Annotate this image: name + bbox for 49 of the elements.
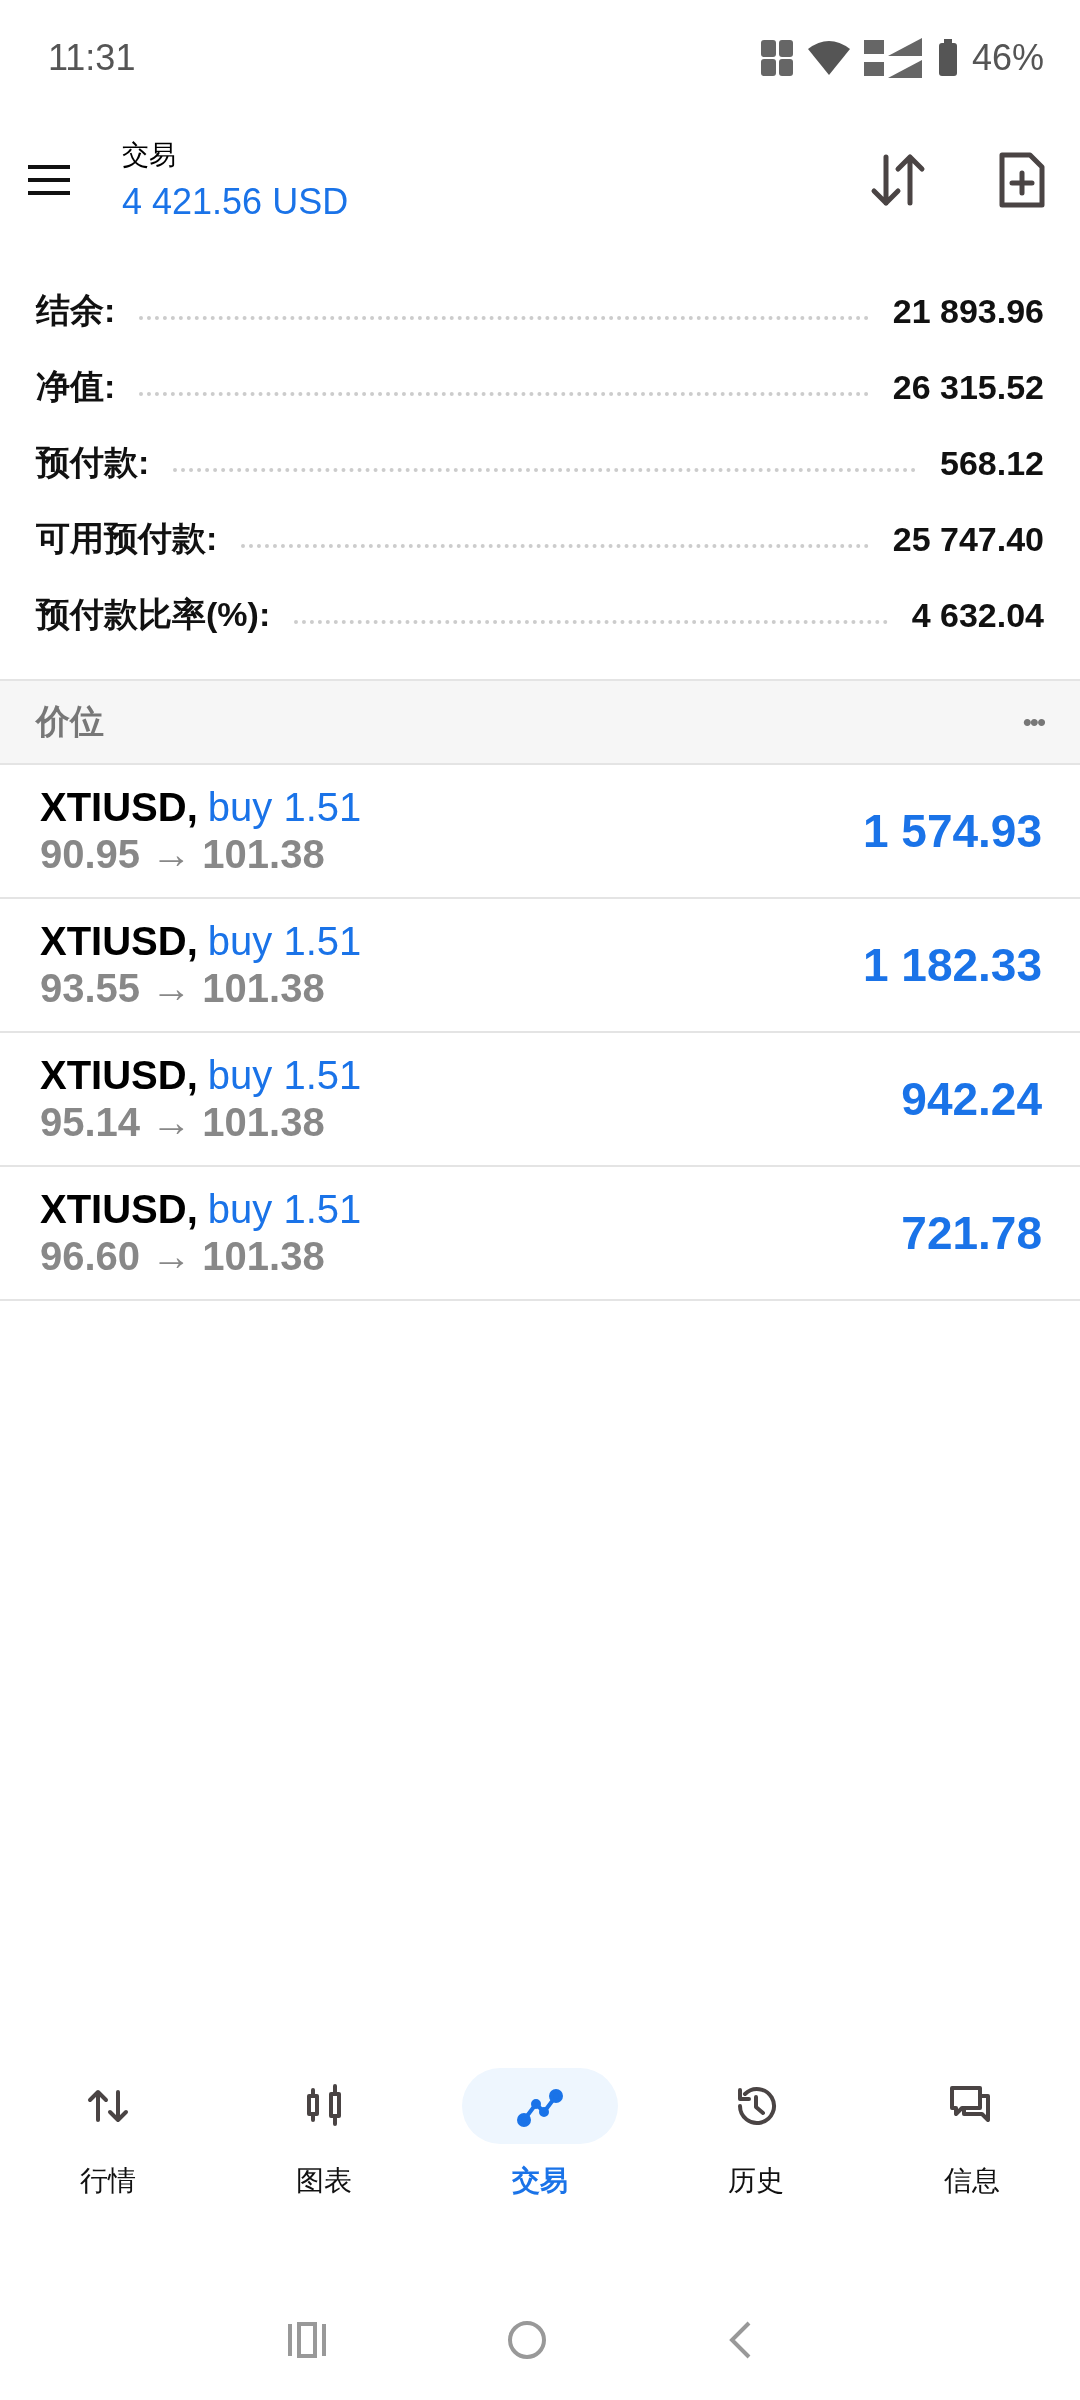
summary-value: 26 315.52 [892, 367, 1044, 407]
menu-icon[interactable] [26, 163, 72, 197]
position-profit: 1 574.93 [862, 804, 1042, 858]
nav-tab[interactable]: 历史 [661, 2068, 851, 2200]
back-button[interactable] [727, 2320, 753, 2360]
battery-percent: 46% [971, 36, 1044, 79]
battery-icon [937, 38, 958, 77]
summary-label: 预付款比率(%): [36, 594, 271, 635]
position-side: buy 1.51 [207, 919, 362, 964]
summary-value: 568.12 [940, 443, 1044, 483]
position-side: buy 1.51 [207, 1187, 362, 1232]
nav-tab[interactable]: 图表 [229, 2068, 419, 2200]
nav-tab[interactable]: 信息 [877, 2068, 1067, 2200]
section-title: 价位 [36, 701, 105, 742]
position-row[interactable]: XTIUSD, buy 1.51 93.55 → 101.38 1 182.33 [0, 899, 1080, 1033]
sim-cards-icon [759, 38, 794, 77]
nav-tab[interactable]: 行情 [13, 2068, 203, 2200]
account-balance: 4 421.56 USD [122, 181, 350, 223]
summary-label: 预付款: [36, 442, 150, 483]
status-time: 11:31 [48, 36, 136, 79]
signal-icon [863, 37, 924, 78]
position-row[interactable]: XTIUSD, buy 1.51 95.14 → 101.38 942.24 [0, 1033, 1080, 1167]
position-prices: 95.14 → 101.38 [40, 1100, 326, 1145]
recent-apps-button[interactable] [287, 2322, 327, 2358]
summary-value: 25 747.40 [892, 519, 1044, 559]
summary-label: 净值: [36, 366, 116, 407]
summary-value: 4 632.04 [911, 595, 1044, 635]
position-row[interactable]: XTIUSD, buy 1.51 96.60 → 101.38 721.78 [0, 1167, 1080, 1301]
position-symbol: XTIUSD, [40, 1187, 198, 1232]
position-prices: 96.60 → 101.38 [40, 1234, 326, 1279]
position-profit: 1 182.33 [862, 938, 1042, 992]
position-prices: 93.55 → 101.38 [40, 966, 326, 1011]
nav-tab[interactable]: 交易 [445, 2068, 635, 2200]
position-side: buy 1.51 [207, 1053, 362, 1098]
position-profit: 721.78 [901, 1206, 1042, 1260]
wifi-icon [807, 40, 850, 75]
summary-label: 可用预付款: [36, 518, 218, 559]
position-side: buy 1.51 [207, 785, 362, 830]
position-symbol: XTIUSD, [40, 1053, 198, 1098]
summary-label: 结余: [36, 290, 116, 331]
screen-title: 交易 [122, 139, 177, 172]
home-button[interactable] [507, 2320, 547, 2360]
more-button[interactable]: ••• [1022, 706, 1044, 738]
position-symbol: XTIUSD, [40, 919, 198, 964]
position-row[interactable]: XTIUSD, buy 1.51 90.95 → 101.38 1 574.93 [0, 765, 1080, 899]
position-prices: 90.95 → 101.38 [40, 832, 326, 877]
summary-value: 21 893.96 [892, 291, 1044, 331]
position-profit: 942.24 [901, 1072, 1042, 1126]
position-symbol: XTIUSD, [40, 785, 198, 830]
